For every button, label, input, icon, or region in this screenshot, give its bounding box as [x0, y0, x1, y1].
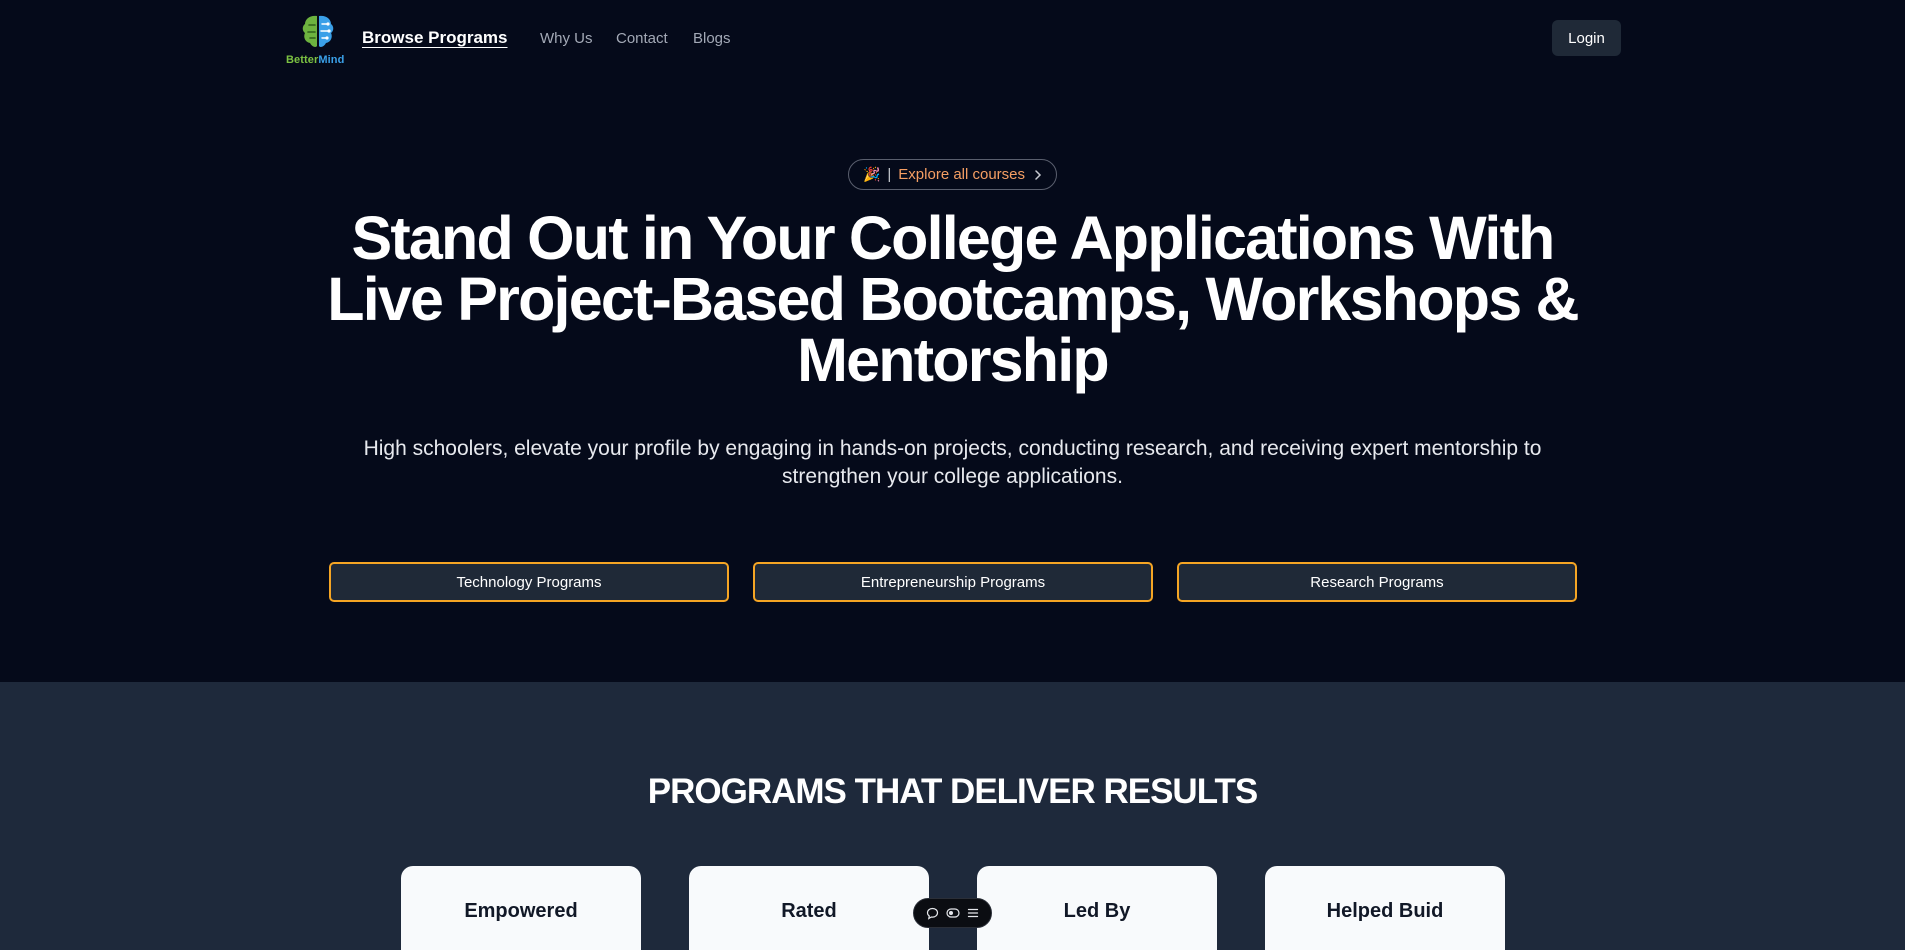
site-header: BetterMind Browse Programs Why Us Contac… — [0, 0, 1905, 76]
hero-subtitle-line: strengthen your college applications. — [782, 465, 1123, 488]
nav-why-us[interactable]: Why Us — [540, 30, 593, 47]
stat-card-title: Led By — [1063, 900, 1131, 922]
chevron-right-icon — [1035, 169, 1042, 180]
stat-card: Led By — [977, 866, 1217, 950]
stat-card: Empowered — [401, 866, 641, 950]
stat-card-title: Rated — [781, 900, 837, 922]
party-icon: 🎉 — [862, 166, 881, 182]
hero-title-line: Stand Out in Your College Applications W… — [351, 204, 1556, 272]
stat-card-title: Empowered — [464, 900, 578, 922]
explore-courses-pill[interactable]: 🎉 | Explore all courses — [848, 159, 1057, 190]
hero-subtitle: High schoolers, elevate your profile by … — [330, 435, 1575, 491]
hero-subtitle-line: High schoolers, elevate your profile by … — [363, 437, 1542, 460]
technology-programs-button[interactable]: Technology Programs — [329, 562, 729, 602]
results-title: PROGRAMS THAT DELIVER RESULTS — [647, 772, 1258, 811]
toggle-icon[interactable] — [946, 907, 960, 919]
stat-card: Rated — [689, 866, 929, 950]
nav-blogs[interactable]: Blogs — [693, 30, 731, 47]
stat-card-title: Helped Buid — [1326, 900, 1444, 922]
brain-logo-icon — [302, 15, 334, 47]
menu-icon[interactable] — [967, 907, 979, 919]
nav-browse-programs[interactable]: Browse Programs — [362, 28, 508, 48]
hero-title-line: Mentorship — [797, 326, 1110, 394]
logo-text: BetterMind — [286, 54, 345, 66]
login-button[interactable]: Login — [1552, 20, 1621, 56]
floating-toolbar — [913, 898, 992, 928]
research-programs-button[interactable]: Research Programs — [1177, 562, 1577, 602]
stat-card: Helped Buid — [1265, 866, 1505, 950]
pill-label: Explore all courses — [898, 166, 1026, 183]
hero-title-line: Live Project-Based Bootcamps, Workshops … — [327, 265, 1579, 333]
logo[interactable]: BetterMind — [286, 13, 356, 69]
pill-separator: | — [887, 166, 892, 183]
nav-contact[interactable]: Contact — [616, 30, 668, 47]
comment-icon[interactable] — [926, 907, 939, 920]
hero-title: Stand Out in Your College Applications W… — [300, 208, 1605, 391]
entrepreneurship-programs-button[interactable]: Entrepreneurship Programs — [753, 562, 1153, 602]
